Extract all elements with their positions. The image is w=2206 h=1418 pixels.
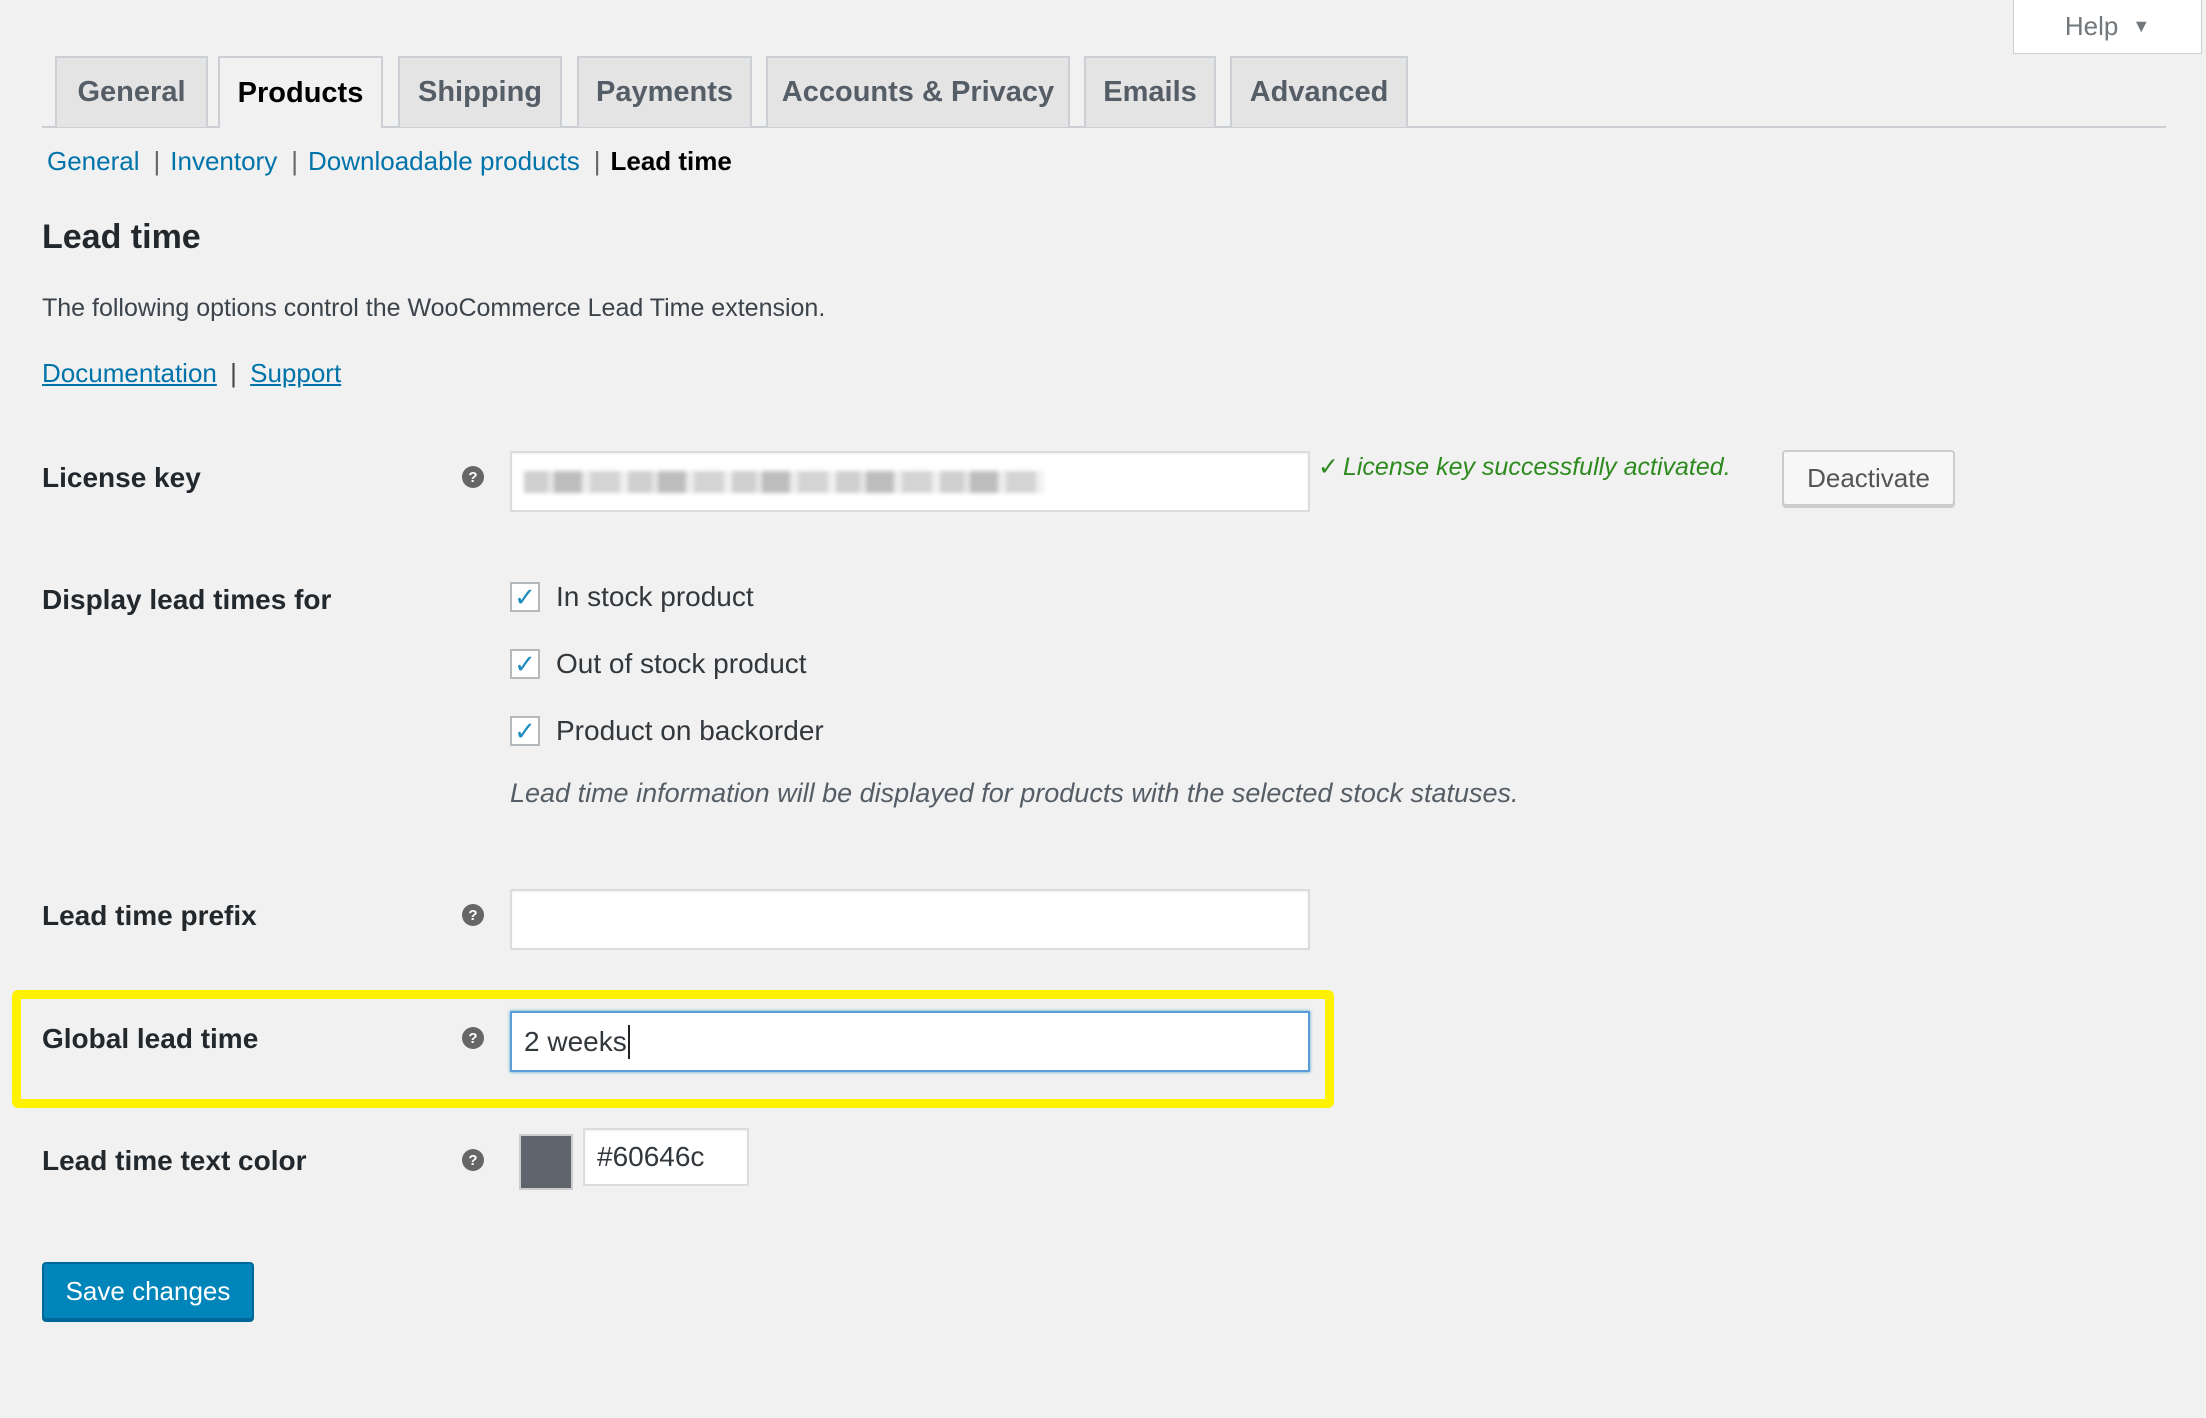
backorder-option[interactable]: ✓ Product on backorder: [510, 715, 824, 747]
tab-label: Shipping: [417, 76, 543, 108]
lead-time-prefix-input[interactable]: [510, 889, 1310, 950]
help-button[interactable]: Help ▼: [2013, 0, 2202, 54]
help-links: Documentation | Support: [42, 358, 341, 389]
global-lead-time-label: Global lead time: [42, 1023, 259, 1054]
checkbox-checked-icon[interactable]: ✓: [510, 716, 540, 746]
help-tip-icon[interactable]: ?: [462, 904, 484, 926]
tab-label: Advanced: [1249, 76, 1389, 108]
tab-accounts-privacy[interactable]: Accounts & Privacy: [766, 56, 1070, 127]
license-key-input[interactable]: [510, 451, 1310, 512]
tab-label: General: [77, 76, 186, 108]
tab-products[interactable]: Products: [218, 56, 383, 128]
subnav-separator: |: [291, 146, 298, 176]
subnav-inventory[interactable]: Inventory: [170, 146, 277, 177]
tab-emails[interactable]: Emails: [1084, 56, 1216, 127]
stock-status-hint: Lead time information will be displayed …: [510, 778, 1519, 808]
in-stock-option[interactable]: ✓ In stock product: [510, 581, 754, 613]
checkbox-checked-icon[interactable]: ✓: [510, 582, 540, 612]
option-label: Product on backorder: [556, 715, 824, 746]
subnav-separator: |: [593, 146, 601, 176]
link-separator: |: [230, 358, 237, 388]
help-tip-icon[interactable]: ?: [462, 1027, 484, 1049]
subnav-lead-time: Lead time: [610, 146, 732, 176]
checkbox-checked-icon[interactable]: ✓: [510, 649, 540, 679]
checkmark-icon: ✓: [1318, 453, 1339, 481]
out-of-stock-option[interactable]: ✓ Out of stock product: [510, 648, 807, 680]
license-status-text: License key successfully activated.: [1342, 453, 1731, 481]
display-lead-times-label: Display lead times for: [42, 584, 332, 615]
license-status-message: ✓ License key successfully activated.: [1318, 452, 1731, 482]
lead-time-prefix-label: Lead time prefix: [42, 900, 257, 931]
tab-shipping[interactable]: Shipping: [398, 56, 562, 127]
subnav-separator: |: [153, 146, 161, 176]
text-caret: [627, 1024, 630, 1059]
deactivate-button[interactable]: Deactivate: [1782, 450, 1955, 506]
global-lead-time-input[interactable]: 2 weeks: [510, 1011, 1310, 1072]
support-link[interactable]: Support: [250, 358, 341, 388]
caret-down-icon: ▼: [2132, 16, 2151, 36]
option-label: Out of stock product: [556, 648, 807, 679]
section-subnav: General | Inventory | Downloadable produ…: [47, 146, 732, 177]
tab-label: Products: [237, 76, 364, 109]
tab-label: Accounts & Privacy: [781, 76, 1055, 108]
license-key-label: License key: [42, 462, 201, 493]
tab-payments[interactable]: Payments: [577, 56, 752, 127]
color-swatch[interactable]: [519, 1134, 573, 1190]
tab-label: Emails: [1103, 76, 1197, 108]
subnav-downloadable-products[interactable]: Downloadable products: [308, 146, 580, 177]
option-label: In stock product: [556, 581, 754, 612]
text-color-value: #60646c: [597, 1141, 705, 1172]
help-tip-icon[interactable]: ?: [462, 1149, 484, 1171]
lead-time-text-color-label: Lead time text color: [42, 1145, 307, 1176]
help-label: Help: [2064, 11, 2119, 41]
page-title: Lead time: [42, 218, 201, 256]
documentation-link[interactable]: Documentation: [42, 358, 217, 388]
section-description: The following options control the WooCom…: [42, 294, 826, 322]
text-color-input[interactable]: #60646c: [583, 1128, 749, 1186]
tab-advanced[interactable]: Advanced: [1230, 56, 1408, 127]
global-lead-time-value: 2 weeks: [524, 1025, 627, 1057]
subnav-general[interactable]: General: [47, 146, 140, 177]
license-key-masked: [524, 470, 1044, 493]
tab-label: Payments: [595, 76, 733, 108]
save-changes-button[interactable]: Save changes: [42, 1262, 254, 1320]
tab-general[interactable]: General: [55, 56, 208, 127]
help-tip-icon[interactable]: ?: [462, 466, 484, 488]
